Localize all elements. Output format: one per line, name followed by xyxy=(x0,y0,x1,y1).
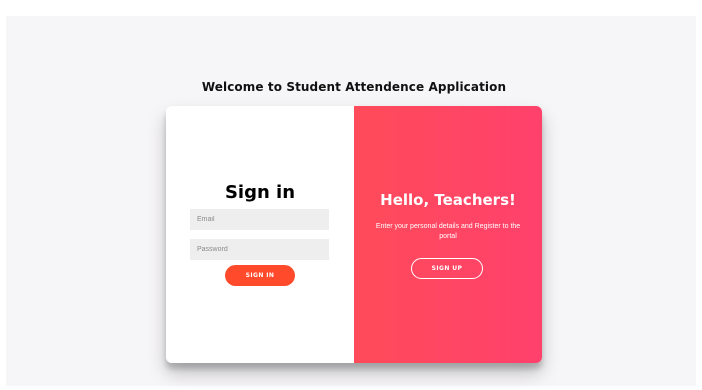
signin-panel: Sign in SIGN IN xyxy=(166,106,354,363)
hello-text: Enter your personal details and Register… xyxy=(375,223,521,240)
welcome-title: Welcome to Student Attendence Applicatio… xyxy=(201,80,507,94)
overlay-panel: Hello, Teachers! Enter your personal det… xyxy=(354,106,542,363)
email-field[interactable] xyxy=(190,209,329,230)
signin-button[interactable]: SIGN IN xyxy=(225,265,295,286)
signin-title: Sign in xyxy=(224,182,296,203)
signup-button[interactable]: SIGN UP xyxy=(411,258,483,279)
password-field[interactable] xyxy=(190,239,329,260)
auth-container: Sign in SIGN IN Hello, Teachers! Enter y… xyxy=(166,106,542,363)
page-background: Welcome to Student Attendence Applicatio… xyxy=(6,16,696,386)
hello-title: Hello, Teachers! xyxy=(380,191,516,209)
